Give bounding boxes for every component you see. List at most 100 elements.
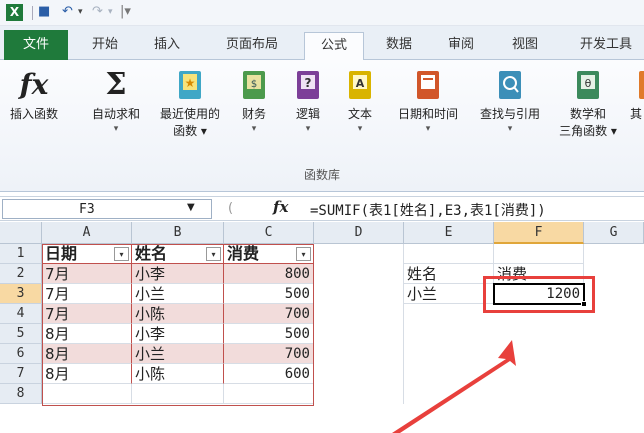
- table-header-date[interactable]: 日期 ▾: [42, 244, 132, 264]
- text-button[interactable]: A 文本 ▾: [340, 68, 380, 135]
- table-cell[interactable]: 7月: [42, 264, 132, 284]
- filter-dropdown-icon[interactable]: ▾: [114, 247, 129, 261]
- logical-book-icon: ?: [293, 68, 323, 102]
- autosum-button[interactable]: Σ 自动求和 ▾: [84, 68, 148, 135]
- empty-cell[interactable]: [42, 384, 132, 404]
- table-cell[interactable]: 7月: [42, 284, 132, 304]
- insert-function-button[interactable]: fx 插入函数: [6, 68, 62, 123]
- more-functions-button[interactable]: 其: [628, 68, 644, 123]
- more-book-icon: [628, 68, 644, 102]
- table-cell[interactable]: 小李: [132, 324, 224, 344]
- date-book-icon: [413, 68, 443, 102]
- svg-text:$: $: [251, 79, 257, 90]
- table-cell[interactable]: 小李: [132, 264, 224, 284]
- row-header-1[interactable]: 1: [0, 244, 42, 264]
- date-time-button[interactable]: 日期和时间 ▾: [388, 68, 468, 135]
- empty-cell[interactable]: [132, 384, 224, 404]
- row-header-4[interactable]: 4: [0, 304, 42, 324]
- highlight-box: [483, 276, 595, 313]
- column-header-c[interactable]: C: [224, 222, 314, 244]
- math-trig-button[interactable]: θ 数学和 三角函数 ▾: [552, 68, 624, 140]
- svg-text:?: ?: [305, 76, 312, 90]
- column-header-g[interactable]: G: [584, 222, 644, 244]
- undo-dropdown-icon[interactable]: ▾: [78, 7, 83, 17]
- table-cell[interactable]: 小兰: [132, 284, 224, 304]
- filter-dropdown-icon[interactable]: ▾: [206, 247, 221, 261]
- column-header-f[interactable]: F: [494, 222, 584, 244]
- financial-button[interactable]: $ 财务 ▾: [234, 68, 274, 135]
- row-header-7[interactable]: 7: [0, 364, 42, 384]
- select-all-corner[interactable]: [0, 222, 42, 244]
- cell-e2[interactable]: 姓名: [404, 264, 494, 284]
- tab-view[interactable]: 视图: [500, 32, 550, 60]
- table-cell[interactable]: 8月: [42, 344, 132, 364]
- name-box-dropdown-icon[interactable]: ▼: [187, 202, 195, 213]
- empty-cell[interactable]: [494, 244, 584, 264]
- formula-bar-divider-icon: (: [228, 201, 234, 216]
- recent-book-icon: ★: [175, 68, 205, 102]
- logical-button[interactable]: ? 逻辑 ▾: [288, 68, 328, 135]
- undo-icon[interactable]: ↶: [62, 4, 73, 19]
- table-cell[interactable]: 7月: [42, 304, 132, 324]
- table-cell[interactable]: 小陈: [132, 364, 224, 384]
- table-cell[interactable]: 小兰: [132, 344, 224, 364]
- formula-bar: F3 ▼ ( fx =SUMIF(表1[姓名],E3,表1[消费]): [0, 196, 644, 221]
- table-cell[interactable]: 800: [224, 264, 314, 284]
- row-header-8[interactable]: 8: [0, 384, 42, 404]
- table-cell[interactable]: 700: [224, 304, 314, 324]
- qat-separator: [32, 6, 33, 20]
- table-header-name[interactable]: 姓名 ▾: [132, 244, 224, 264]
- tab-review[interactable]: 审阅: [436, 32, 486, 60]
- text-book-icon: A: [345, 68, 375, 102]
- financial-book-icon: $: [239, 68, 269, 102]
- insert-function-fx-icon[interactable]: fx: [273, 198, 288, 216]
- table-header-spend[interactable]: 消费 ▾: [224, 244, 314, 264]
- table-cell[interactable]: 8月: [42, 324, 132, 344]
- table-cell[interactable]: 700: [224, 344, 314, 364]
- formula-input[interactable]: =SUMIF(表1[姓名],E3,表1[消费]): [310, 200, 546, 220]
- tab-file[interactable]: 文件: [4, 30, 68, 60]
- tab-developer[interactable]: 开发工具: [568, 32, 644, 60]
- tab-page-layout[interactable]: 页面布局: [214, 32, 290, 60]
- annotation-arrow-icon: [392, 340, 516, 433]
- table-cell[interactable]: 8月: [42, 364, 132, 384]
- column-header-a[interactable]: A: [42, 222, 132, 244]
- function-library-group-label: 函数库: [303, 168, 340, 182]
- row-header-3[interactable]: 3: [0, 284, 42, 304]
- customize-qat-icon[interactable]: |▾: [120, 4, 131, 19]
- ribbon-tabs: 文件 开始 插入 页面布局 公式 数据 审阅 视图 开发工具: [0, 26, 644, 61]
- row-header-5[interactable]: 5: [0, 324, 42, 344]
- column-header-d[interactable]: D: [314, 222, 404, 244]
- lookup-reference-button[interactable]: 查找与引用 ▾: [470, 68, 550, 135]
- table-cell[interactable]: 500: [224, 284, 314, 304]
- lookup-book-icon: [495, 68, 525, 102]
- tab-home[interactable]: 开始: [80, 32, 130, 60]
- row-header-2[interactable]: 2: [0, 264, 42, 284]
- tab-data[interactable]: 数据: [374, 32, 424, 60]
- table-cell[interactable]: 小陈: [132, 304, 224, 324]
- column-header-e[interactable]: E: [404, 222, 494, 244]
- math-book-icon: θ: [573, 68, 603, 102]
- save-icon[interactable]: ■: [38, 4, 50, 19]
- table-cell[interactable]: 500: [224, 324, 314, 344]
- column-header-b[interactable]: B: [132, 222, 224, 244]
- redo-dropdown-icon[interactable]: ▾: [108, 7, 113, 17]
- recently-used-button[interactable]: ★ 最近使用的 函数 ▾: [150, 68, 230, 140]
- excel-logo-icon: X: [6, 4, 23, 21]
- empty-cell[interactable]: [224, 384, 314, 404]
- fx-icon: fx: [19, 68, 49, 101]
- name-box[interactable]: F3 ▼: [2, 199, 212, 219]
- svg-text:★: ★: [185, 76, 196, 90]
- sigma-icon: Σ: [105, 67, 127, 102]
- ribbon-formulas: fx 插入函数 Σ 自动求和 ▾ ★ 最近使用的 函数 ▾ $ 财务 ▾ ? 逻…: [0, 60, 644, 192]
- spreadsheet-grid: A B C D E F G 1 2 3 4 5 6 7 8 日期 ▾ 姓名 ▾ …: [0, 222, 644, 433]
- filter-dropdown-icon[interactable]: ▾: [296, 247, 311, 261]
- tab-insert[interactable]: 插入: [142, 32, 192, 60]
- empty-cell[interactable]: [404, 244, 494, 264]
- cell-e3[interactable]: 小兰: [404, 284, 494, 304]
- tab-formulas[interactable]: 公式: [304, 32, 364, 61]
- redo-icon[interactable]: ↷: [92, 4, 103, 19]
- row-header-6[interactable]: 6: [0, 344, 42, 364]
- table-cell[interactable]: 600: [224, 364, 314, 384]
- quick-access-toolbar: X ■ ↶ ▾ ↷ ▾ |▾: [0, 0, 644, 26]
